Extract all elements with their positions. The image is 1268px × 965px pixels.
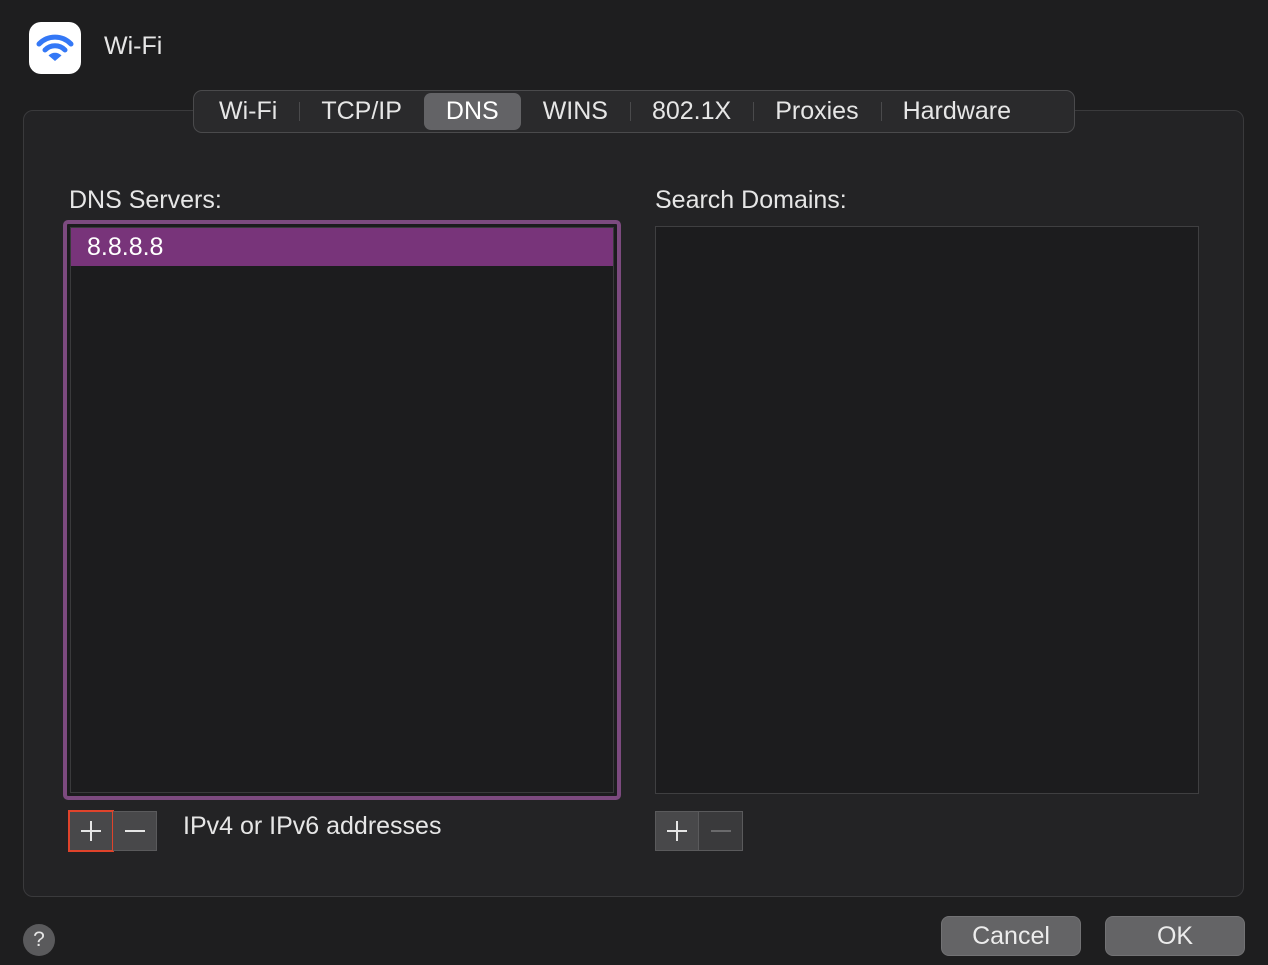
- dns-address-hint: IPv4 or IPv6 addresses: [183, 812, 442, 840]
- tab-hardware[interactable]: Hardware: [880, 93, 1033, 130]
- domains-add-remove-control: [655, 811, 743, 851]
- dns-servers-list[interactable]: 8.8.8.8: [63, 220, 621, 800]
- wifi-app-icon: [29, 22, 81, 74]
- dns-servers-label: DNS Servers:: [69, 186, 222, 214]
- plus-icon: [81, 821, 101, 841]
- help-button[interactable]: ?: [23, 924, 55, 956]
- tab-proxies[interactable]: Proxies: [753, 93, 880, 130]
- tab-bar: Wi-Fi TCP/IP DNS WINS 802.1X Proxies Har…: [193, 90, 1075, 133]
- dns-add-button[interactable]: [68, 810, 114, 852]
- ok-button[interactable]: OK: [1105, 916, 1245, 956]
- minus-icon: [124, 830, 145, 832]
- tab-dns[interactable]: DNS: [423, 93, 521, 130]
- dns-remove-button[interactable]: [113, 811, 157, 851]
- tab-wins[interactable]: WINS: [521, 93, 630, 130]
- search-domains-list[interactable]: [655, 226, 1199, 794]
- minus-icon: [710, 830, 731, 832]
- cancel-button[interactable]: Cancel: [941, 916, 1081, 956]
- tab-wifi[interactable]: Wi-Fi: [197, 93, 299, 130]
- dns-add-remove-control: [68, 810, 157, 852]
- domains-add-button[interactable]: [655, 811, 699, 851]
- tab-8021x[interactable]: 802.1X: [629, 93, 753, 130]
- search-domains-label: Search Domains:: [655, 186, 847, 214]
- wifi-icon: [36, 34, 74, 61]
- plus-icon: [667, 821, 687, 841]
- dns-server-row[interactable]: 8.8.8.8: [71, 228, 613, 266]
- tab-tcpip[interactable]: TCP/IP: [299, 93, 424, 130]
- domains-remove-button[interactable]: [699, 811, 743, 851]
- window-title: Wi-Fi: [104, 32, 163, 60]
